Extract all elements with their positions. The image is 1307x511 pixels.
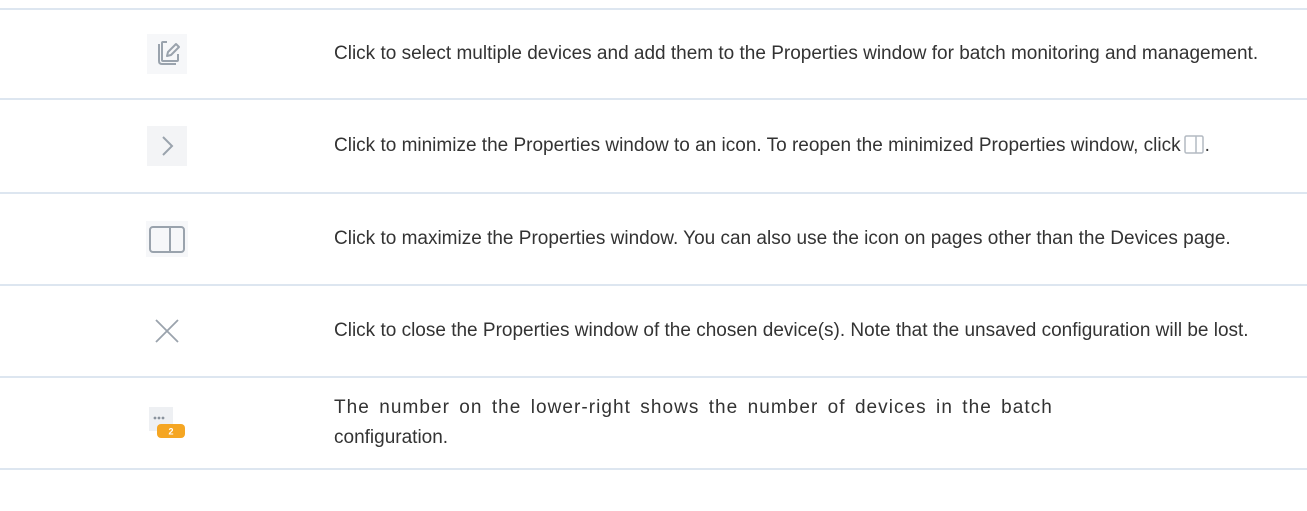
panel-icon: [1183, 135, 1204, 154]
chevron-right-icon: [147, 126, 187, 166]
table-row: Click to select multiple devices and add…: [0, 8, 1307, 100]
icon-cell: [0, 194, 334, 284]
description-cell: The number on the lower-right shows the …: [334, 378, 1279, 468]
icon-cell: [0, 100, 334, 192]
description-text: Click to close the Properties window of …: [334, 320, 1249, 341]
description-cell: Click to select multiple devices and add…: [334, 10, 1279, 98]
icon-cell: 2: [0, 378, 334, 468]
description-text: Click to minimize the Properties window …: [334, 131, 1210, 161]
badge-count: 2: [168, 427, 173, 437]
description-cell: Click to minimize the Properties window …: [334, 100, 1279, 192]
panel-icon: [146, 221, 188, 257]
description-text: Click to select multiple devices and add…: [334, 43, 1259, 64]
description-text: Click to maximize the Properties window.…: [334, 228, 1231, 249]
description-cell: Click to close the Properties window of …: [334, 286, 1279, 376]
description-text-line2: configuration.: [334, 427, 449, 448]
description-text-line1: The number on the lower-right shows the …: [334, 397, 1053, 418]
description-text: The number on the lower-right shows the …: [334, 393, 1053, 453]
batch-count-icon: 2: [149, 407, 185, 438]
table-row: 2 The number on the lower-right shows th…: [0, 378, 1307, 470]
table-row: Click to maximize the Properties window.…: [0, 194, 1307, 286]
close-icon: [155, 319, 179, 343]
table-row: Click to minimize the Properties window …: [0, 100, 1307, 194]
description-text-before: Click to minimize the Properties window …: [334, 135, 1181, 156]
icon-cell: [0, 286, 334, 376]
table-row: Click to close the Properties window of …: [0, 286, 1307, 378]
icon-cell: [0, 10, 334, 98]
icon-description-table: Click to select multiple devices and add…: [0, 8, 1307, 470]
batch-edit-icon: [147, 34, 187, 74]
description-cell: Click to maximize the Properties window.…: [334, 194, 1279, 284]
description-text-after: .: [1204, 135, 1210, 156]
